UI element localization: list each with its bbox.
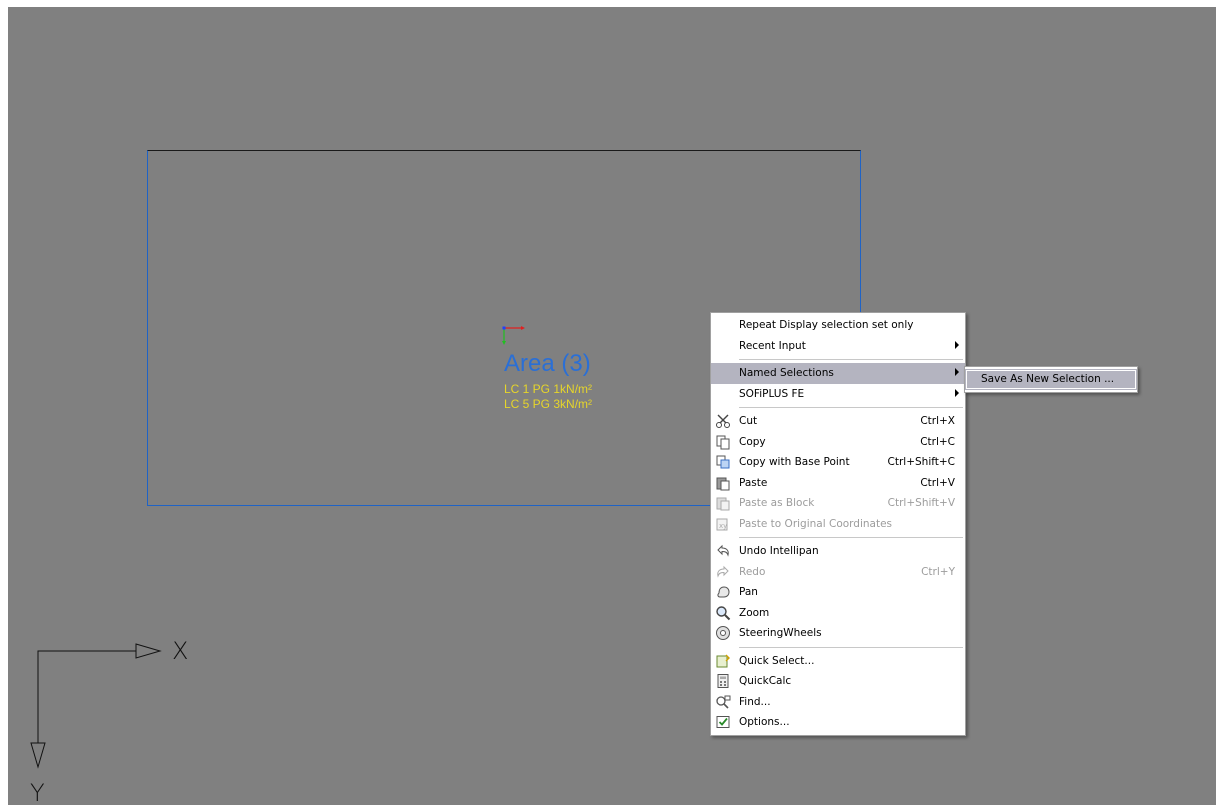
menu-separator bbox=[739, 407, 963, 408]
undo-icon bbox=[715, 543, 731, 559]
menu-item-redo[interactable]: Redo Ctrl+Y bbox=[711, 562, 965, 583]
menu-item-label: Cut bbox=[739, 415, 758, 428]
svg-text:xy: xy bbox=[719, 522, 727, 530]
menu-item-label: Copy with Base Point bbox=[739, 456, 850, 469]
ucs-x-label: X bbox=[172, 637, 188, 665]
menu-item-label: Repeat Display selection set only bbox=[739, 319, 914, 332]
copy-icon bbox=[715, 434, 731, 450]
submenu-arrow-icon bbox=[955, 340, 959, 349]
menu-item-options[interactable]: Options... bbox=[711, 712, 965, 733]
drawing-viewport[interactable]: Area (3) LC 1 PG 1kN/m² LC 5 PG 3kN/m² X… bbox=[8, 7, 1216, 805]
area-load-label: LC 1 PG 1kN/m² bbox=[504, 382, 593, 396]
menu-item-steering-wheels[interactable]: SteeringWheels bbox=[711, 623, 965, 644]
menu-item-recent-input[interactable]: Recent Input bbox=[711, 336, 965, 357]
named-selections-submenu: Save As New Selection ... bbox=[964, 366, 1138, 393]
menu-item-named-selections[interactable]: Named Selections bbox=[711, 363, 965, 384]
menu-item-shortcut: Ctrl+C bbox=[920, 435, 955, 448]
options-checkbox-icon bbox=[715, 714, 731, 730]
menu-item-label: Pan bbox=[739, 586, 758, 599]
zoom-magnifier-icon bbox=[715, 605, 731, 621]
menu-item-shortcut: Ctrl+V bbox=[920, 476, 955, 489]
ucs-y-label: Y bbox=[30, 779, 45, 805]
paste-original-icon: xy bbox=[715, 516, 731, 532]
area-load-label: LC 5 PG 3kN/m² bbox=[504, 397, 593, 411]
pan-hand-icon bbox=[715, 584, 731, 600]
menu-item-label: Save As New Selection ... bbox=[981, 373, 1115, 386]
menu-item-shortcut: Ctrl+Shift+C bbox=[887, 456, 955, 469]
menu-item-sofiplus[interactable]: SOFiPLUS FE bbox=[711, 384, 965, 405]
menu-item-label: Quick Select... bbox=[739, 654, 815, 667]
menu-item-label: SOFiPLUS FE bbox=[739, 387, 805, 400]
ucs-axis-icon: X Y bbox=[30, 637, 188, 805]
scissors-icon bbox=[715, 413, 731, 429]
menu-item-copy[interactable]: Copy Ctrl+C bbox=[711, 432, 965, 453]
menu-item-cut[interactable]: Cut Ctrl+X bbox=[711, 411, 965, 432]
quick-select-icon bbox=[715, 653, 731, 669]
menu-item-repeat[interactable]: Repeat Display selection set only bbox=[711, 315, 965, 336]
redo-icon bbox=[715, 564, 731, 580]
menu-item-zoom[interactable]: Zoom bbox=[711, 603, 965, 624]
menu-separator bbox=[739, 537, 963, 538]
menu-item-label: SteeringWheels bbox=[739, 627, 822, 640]
context-menu: Repeat Display selection set only Recent… bbox=[710, 312, 966, 736]
area-axis-gizmo-icon bbox=[502, 326, 525, 345]
menu-item-label: Paste to Original Coordinates bbox=[739, 517, 893, 530]
copy-base-point-icon bbox=[715, 454, 731, 470]
menu-item-label: Paste bbox=[739, 476, 768, 489]
find-replace-icon bbox=[715, 694, 731, 710]
menu-item-pan[interactable]: Pan bbox=[711, 582, 965, 603]
menu-item-label: Copy bbox=[739, 435, 766, 448]
menu-item-undo[interactable]: Undo Intellipan bbox=[711, 541, 965, 562]
menu-item-label: Find... bbox=[739, 695, 771, 708]
menu-item-copy-base-point[interactable]: Copy with Base Point Ctrl+Shift+C bbox=[711, 452, 965, 473]
menu-item-quick-select[interactable]: Quick Select... bbox=[711, 651, 965, 672]
menu-item-paste[interactable]: Paste Ctrl+V bbox=[711, 473, 965, 494]
menu-item-paste-as-block[interactable]: Paste as Block Ctrl+Shift+V bbox=[711, 493, 965, 514]
menu-item-shortcut: Ctrl+Y bbox=[921, 565, 955, 578]
menu-item-label: Redo bbox=[739, 565, 766, 578]
steering-wheel-icon bbox=[715, 625, 731, 641]
menu-item-label: Paste as Block bbox=[739, 497, 815, 510]
calculator-icon bbox=[715, 673, 731, 689]
menu-item-shortcut: Ctrl+X bbox=[920, 415, 955, 428]
paste-icon bbox=[715, 475, 731, 491]
area-title: Area (3) bbox=[504, 350, 591, 377]
submenu-arrow-icon bbox=[955, 368, 959, 376]
menu-item-label: Undo Intellipan bbox=[739, 545, 819, 558]
menu-item-shortcut: Ctrl+Shift+V bbox=[887, 497, 955, 510]
menu-item-label: Options... bbox=[739, 716, 790, 729]
menu-item-paste-original[interactable]: xy Paste to Original Coordinates bbox=[711, 514, 965, 535]
menu-item-label: Zoom bbox=[739, 606, 770, 619]
menu-item-label: QuickCalc bbox=[739, 675, 792, 688]
menu-item-label: Named Selections bbox=[739, 367, 834, 380]
menu-item-save-as-new-selection[interactable]: Save As New Selection ... bbox=[965, 369, 1137, 390]
submenu-arrow-icon bbox=[955, 388, 959, 397]
menu-separator bbox=[739, 359, 963, 360]
menu-item-label: Recent Input bbox=[739, 339, 806, 352]
paste-block-icon bbox=[715, 495, 731, 511]
menu-separator bbox=[739, 646, 963, 648]
menu-item-find[interactable]: Find... bbox=[711, 692, 965, 713]
menu-item-quickcalc[interactable]: QuickCalc bbox=[711, 671, 965, 692]
